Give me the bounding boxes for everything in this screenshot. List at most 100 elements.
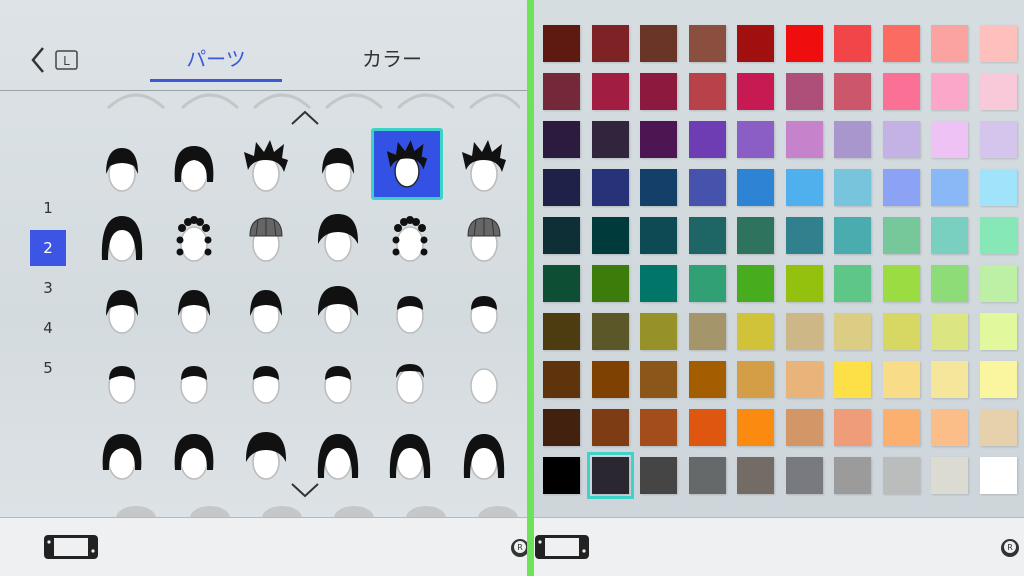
hair-cell-r0-c1[interactable]: [158, 130, 230, 202]
color-swatch-r4-c3[interactable]: [689, 217, 726, 254]
color-swatch-r1-c6[interactable]: [834, 73, 871, 110]
color-swatch-r7-c8[interactable]: [931, 361, 968, 398]
color-swatch-r4-c4[interactable]: [737, 217, 774, 254]
color-swatch-r3-c5[interactable]: [786, 169, 823, 206]
color-swatch-r6-c6[interactable]: [834, 313, 871, 350]
color-swatch-r4-c2[interactable]: [640, 217, 677, 254]
color-swatch-r2-c3[interactable]: [689, 121, 726, 158]
color-swatch-r5-c3[interactable]: [689, 265, 726, 302]
hair-cell-r0-c5[interactable]: [448, 130, 520, 202]
color-swatch-r0-c0[interactable]: [543, 25, 580, 62]
hair-cell-r1-c1[interactable]: [158, 200, 230, 272]
color-swatch-r3-c7[interactable]: [883, 169, 920, 206]
color-swatch-r2-c7[interactable]: [883, 121, 920, 158]
color-swatch-r5-c5[interactable]: [786, 265, 823, 302]
color-swatch-r4-c9[interactable]: [980, 217, 1017, 254]
color-swatch-r7-c7[interactable]: [883, 361, 920, 398]
color-swatch-r9-c2[interactable]: [640, 457, 677, 494]
back-button[interactable]: L: [28, 44, 86, 76]
color-swatch-r6-c1[interactable]: [592, 313, 629, 350]
color-swatch-r8-c8[interactable]: [931, 409, 968, 446]
color-swatch-r5-c2[interactable]: [640, 265, 677, 302]
hair-cell-r2-c4[interactable]: [374, 272, 446, 344]
color-swatch-r8-c5[interactable]: [786, 409, 823, 446]
color-swatch-r0-c2[interactable]: [640, 25, 677, 62]
color-swatch-r5-c0[interactable]: [543, 265, 580, 302]
color-swatch-r1-c4[interactable]: [737, 73, 774, 110]
color-swatch-r7-c1[interactable]: [592, 361, 629, 398]
hair-cell-r0-c3[interactable]: [302, 130, 374, 202]
color-swatch-r2-c8[interactable]: [931, 121, 968, 158]
color-swatch-r8-c7[interactable]: [883, 409, 920, 446]
hair-cell-r4-c0[interactable]: [86, 418, 158, 490]
color-swatch-r4-c7[interactable]: [883, 217, 920, 254]
hair-cell-r2-c3[interactable]: [302, 272, 374, 344]
hair-cell-r1-c4[interactable]: [374, 200, 446, 272]
color-swatch-r8-c0[interactable]: [543, 409, 580, 446]
color-swatch-r1-c5[interactable]: [786, 73, 823, 110]
color-swatch-r5-c8[interactable]: [931, 265, 968, 302]
color-swatch-r8-c6[interactable]: [834, 409, 871, 446]
color-swatch-r2-c1[interactable]: [592, 121, 629, 158]
color-swatch-r5-c9[interactable]: [980, 265, 1017, 302]
hair-cell-r1-c2[interactable]: [230, 200, 302, 272]
color-swatch-r6-c2[interactable]: [640, 313, 677, 350]
hair-cell-r2-c5[interactable]: [448, 272, 520, 344]
page-item-4[interactable]: 4: [30, 310, 66, 346]
hair-cell-r2-c1[interactable]: [158, 272, 230, 344]
color-swatch-r9-c3[interactable]: [689, 457, 726, 494]
color-swatch-r6-c0[interactable]: [543, 313, 580, 350]
color-swatch-r1-c7[interactable]: [883, 73, 920, 110]
hair-cell-r1-c3[interactable]: [302, 200, 374, 272]
color-swatch-r4-c8[interactable]: [931, 217, 968, 254]
color-swatch-r3-c3[interactable]: [689, 169, 726, 206]
hair-cell-r0-c0[interactable]: [86, 130, 158, 202]
hair-cell-r4-c4[interactable]: [374, 418, 446, 490]
color-swatch-r4-c5[interactable]: [786, 217, 823, 254]
color-swatch-r6-c3[interactable]: [689, 313, 726, 350]
color-swatch-r6-c9[interactable]: [980, 313, 1017, 350]
color-swatch-r8-c3[interactable]: [689, 409, 726, 446]
color-swatch-r4-c1[interactable]: [592, 217, 629, 254]
color-swatch-r0-c1[interactable]: [592, 25, 629, 62]
color-swatch-r6-c4[interactable]: [737, 313, 774, 350]
color-swatch-r3-c2[interactable]: [640, 169, 677, 206]
color-swatch-r6-c8[interactable]: [931, 313, 968, 350]
color-swatch-r9-c5[interactable]: [786, 457, 823, 494]
color-swatch-r2-c2[interactable]: [640, 121, 677, 158]
color-swatch-r2-c0[interactable]: [543, 121, 580, 158]
page-item-1[interactable]: 1: [30, 190, 66, 226]
hair-cell-r2-c0[interactable]: [86, 272, 158, 344]
hair-cell-r4-c5[interactable]: [448, 418, 520, 490]
color-swatch-r1-c8[interactable]: [931, 73, 968, 110]
hair-cell-r3-c0[interactable]: [86, 342, 158, 414]
color-swatch-r3-c9[interactable]: [980, 169, 1017, 206]
page-item-5[interactable]: 5: [30, 350, 66, 386]
page-item-3[interactable]: 3: [30, 270, 66, 306]
color-swatch-r7-c9[interactable]: [980, 361, 1017, 398]
hair-cell-r3-c1[interactable]: [158, 342, 230, 414]
page-item-2[interactable]: 2: [30, 230, 66, 266]
color-swatch-r0-c6[interactable]: [834, 25, 871, 62]
color-swatch-r1-c9[interactable]: [980, 73, 1017, 110]
color-swatch-r5-c1[interactable]: [592, 265, 629, 302]
hair-cell-r3-c4[interactable]: [374, 342, 446, 414]
color-swatch-r3-c1[interactable]: [592, 169, 629, 206]
color-swatch-r7-c5[interactable]: [786, 361, 823, 398]
hair-cell-r3-c3[interactable]: [302, 342, 374, 414]
color-swatch-r9-c7[interactable]: [883, 457, 920, 494]
color-swatch-r1-c0[interactable]: [543, 73, 580, 110]
color-swatch-r1-c2[interactable]: [640, 73, 677, 110]
color-swatch-r4-c0[interactable]: [543, 217, 580, 254]
color-swatch-r3-c6[interactable]: [834, 169, 871, 206]
hair-cell-r0-c2[interactable]: [230, 130, 302, 202]
color-swatch-r2-c6[interactable]: [834, 121, 871, 158]
color-swatch-r8-c9[interactable]: [980, 409, 1017, 446]
color-swatch-r3-c4[interactable]: [737, 169, 774, 206]
color-swatch-r8-c1[interactable]: [592, 409, 629, 446]
hair-cell-r4-c2[interactable]: [230, 418, 302, 490]
hair-cell-r1-c0[interactable]: [86, 200, 158, 272]
color-swatch-r4-c6[interactable]: [834, 217, 871, 254]
tab-color[interactable]: カラー: [340, 40, 444, 82]
tab-parts[interactable]: パーツ: [150, 40, 282, 82]
